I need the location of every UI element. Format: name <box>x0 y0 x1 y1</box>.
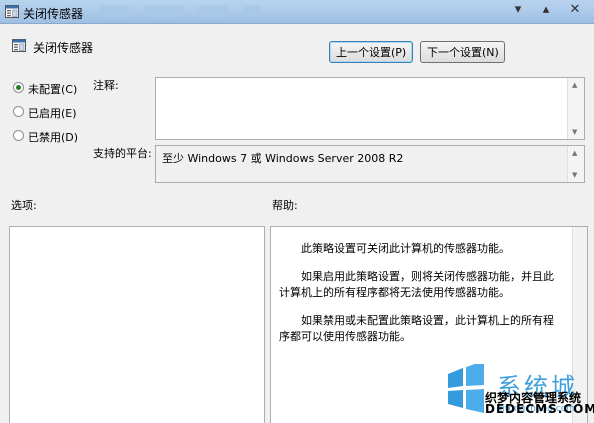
help-label: 帮助: <box>272 199 298 212</box>
radio-indicator[interactable] <box>13 130 24 141</box>
window-title: 关闭传感器 <box>23 7 84 21</box>
scroll-down-arrow-icon[interactable]: ▼ <box>572 128 577 136</box>
help-paragraph: 如果禁用或未配置此策略设置，此计算机上的所有程序都可以使用传感器功能。 <box>279 314 554 343</box>
setting-title: 关闭传感器 <box>33 41 94 55</box>
blurred-menu-item <box>145 6 183 17</box>
comment-label: 注释: <box>93 79 119 92</box>
previous-setting-button[interactable]: 上一个设置(P) <box>329 41 413 63</box>
platform-field: 至少 Windows 7 或 Windows Server 2008 R2 ▲ … <box>155 145 585 183</box>
platform-scrollbar[interactable]: ▲ ▼ <box>567 146 584 182</box>
windows-logo-icon <box>448 364 484 413</box>
watermark-en: DEDECMS.COM <box>485 402 594 416</box>
help-text: 此策略设置可关闭此计算机的传感器功能。 如果启用此策略设置，则将关闭传感器功能，… <box>279 241 564 357</box>
blurred-menu-item <box>198 6 228 17</box>
help-paragraph: 如果启用此策略设置，则将关闭传感器功能，并且此计算机上的所有程序都将无法使用传感… <box>279 270 554 299</box>
comment-textarea[interactable]: ▲ ▼ <box>155 77 585 140</box>
minimize-button[interactable]: ▾ <box>505 0 531 20</box>
blurred-menu-item <box>245 6 261 17</box>
radio-indicator[interactable] <box>13 82 24 93</box>
radio-label: 已启用(E) <box>28 107 77 120</box>
scroll-down-arrow-icon[interactable]: ▼ <box>572 171 577 179</box>
title-bar[interactable]: 关闭传感器 ▾ ▴ ✕ <box>0 0 594 24</box>
next-setting-button[interactable]: 下一个设置(N) <box>420 41 505 63</box>
radio-label: 已禁用(D) <box>28 131 79 144</box>
platform-value: 至少 Windows 7 或 Windows Server 2008 R2 <box>162 152 404 165</box>
blurred-menu-item <box>100 6 130 17</box>
help-paragraph: 此策略设置可关闭此计算机的传感器功能。 <box>301 242 510 255</box>
policy-settings-icon <box>12 39 26 52</box>
scroll-up-arrow-icon[interactable]: ▲ <box>572 149 577 157</box>
scroll-up-arrow-icon[interactable]: ▲ <box>572 81 577 89</box>
policy-settings-icon <box>5 5 19 18</box>
close-button[interactable]: ✕ <box>562 0 588 20</box>
radio-label: 未配置(C) <box>28 83 78 96</box>
maximize-button[interactable]: ▴ <box>533 0 559 20</box>
radio-indicator[interactable] <box>13 106 24 117</box>
platform-label: 支持的平台: <box>93 147 152 160</box>
options-label: 选项: <box>11 199 37 212</box>
options-pane[interactable] <box>9 226 265 423</box>
comment-scrollbar[interactable]: ▲ ▼ <box>567 78 584 139</box>
